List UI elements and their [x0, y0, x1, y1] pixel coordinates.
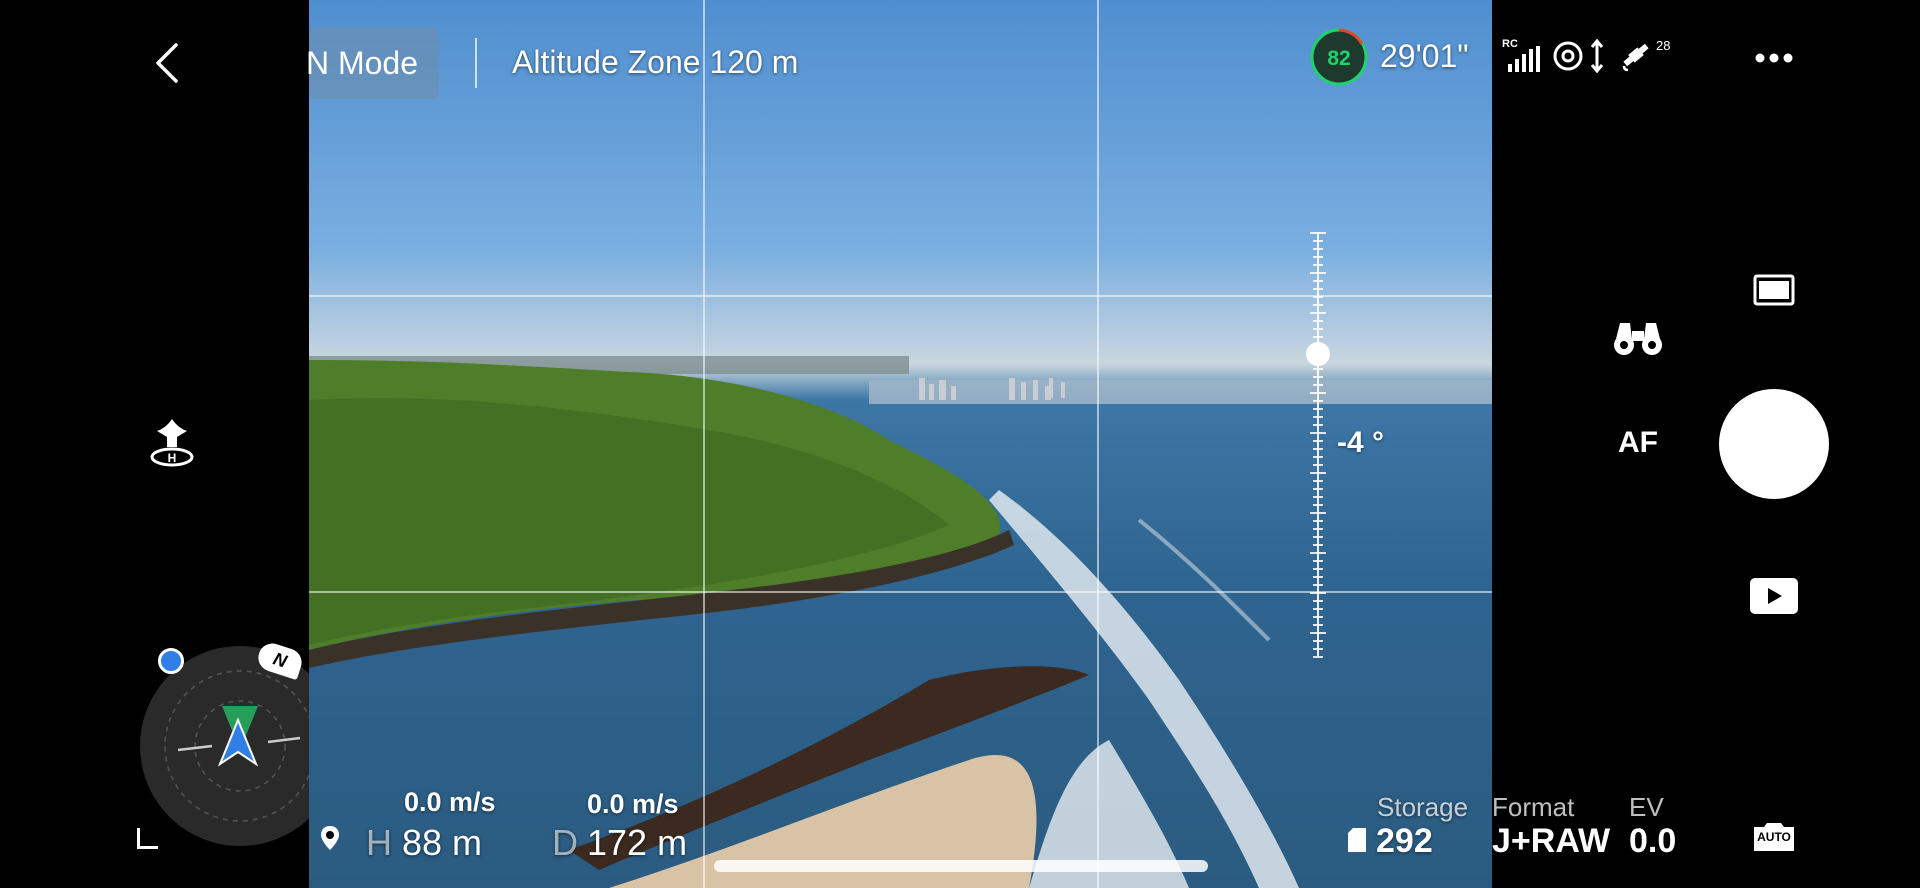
rc-signal[interactable]: RC	[1502, 38, 1542, 72]
distance-prefix: D	[552, 822, 578, 863]
more-icon	[1755, 53, 1793, 63]
af-toggle[interactable]: AF	[1618, 426, 1658, 460]
gps-status[interactable]: 28	[1620, 38, 1676, 74]
obstacle-sensing-status[interactable]	[1552, 38, 1606, 74]
home-indicator-bar	[714, 860, 1208, 872]
gimbal-pitch-handle[interactable]	[1306, 342, 1330, 366]
gimbal-scale-axis	[1317, 232, 1319, 656]
flight-time: 29'01"	[1380, 38, 1469, 74]
auto-label: AUTO	[1757, 830, 1791, 844]
storage-card-icon	[1348, 828, 1366, 852]
grid-line-v2	[1097, 0, 1099, 888]
ev-value[interactable]: 0.0	[1629, 822, 1676, 861]
obstacle-sensing-icon	[1553, 38, 1604, 74]
aspect-ratio-icon	[1753, 274, 1795, 306]
signal-icon	[1508, 46, 1540, 72]
battery-percent: 82	[1327, 47, 1350, 70]
svg-text:H: H	[168, 451, 177, 465]
shutter-button[interactable]	[1719, 389, 1829, 499]
corner-icon	[137, 828, 158, 849]
home-point-dot	[158, 648, 184, 674]
aspect-ratio-button[interactable]	[1752, 272, 1796, 308]
divider	[475, 38, 477, 88]
takeoff-button[interactable]: H	[144, 414, 200, 470]
flight-mode-label: N Mode	[305, 44, 419, 81]
horizontal-speed: 0.0 m/s	[587, 789, 679, 819]
ev-label: EV	[1629, 792, 1664, 822]
gps-icon	[1622, 43, 1649, 72]
gimbal-pitch-scale[interactable]	[1306, 232, 1330, 658]
auto-camera-button[interactable]: AUTO	[1752, 820, 1796, 854]
north-label: N	[270, 648, 290, 672]
format-value[interactable]: J+RAW	[1492, 822, 1610, 861]
storage-label: Storage	[1377, 792, 1469, 822]
height-prefix: H	[366, 822, 392, 863]
format-label: Format	[1492, 792, 1575, 822]
explore-button[interactable]	[1610, 314, 1666, 360]
grid-line-v1	[703, 0, 705, 888]
gimbal-scale-tick	[1313, 656, 1323, 658]
playback-button[interactable]	[1750, 578, 1798, 614]
back-button[interactable]	[146, 40, 188, 86]
flight-mode-badge[interactable]: N Mode	[305, 27, 439, 99]
takeoff-icon: H	[150, 419, 194, 467]
vertical-speed: 0.0 m/s	[404, 787, 496, 817]
altitude-zone-label[interactable]: Altitude Zone 120 m	[512, 44, 798, 81]
playback-icon	[1768, 588, 1782, 604]
storage-value[interactable]: 292	[1376, 822, 1433, 861]
gimbal-angle-label: -4 °	[1337, 426, 1385, 459]
distance-value: 172 m	[587, 822, 688, 863]
height-value: 88 m	[402, 822, 483, 863]
map-pin-icon	[318, 824, 342, 852]
more-button[interactable]	[1752, 46, 1796, 70]
satellite-count: 28	[1656, 38, 1671, 53]
binoculars-icon	[1614, 323, 1662, 355]
battery-indicator[interactable]: 82	[1310, 28, 1368, 86]
back-icon	[156, 43, 178, 83]
